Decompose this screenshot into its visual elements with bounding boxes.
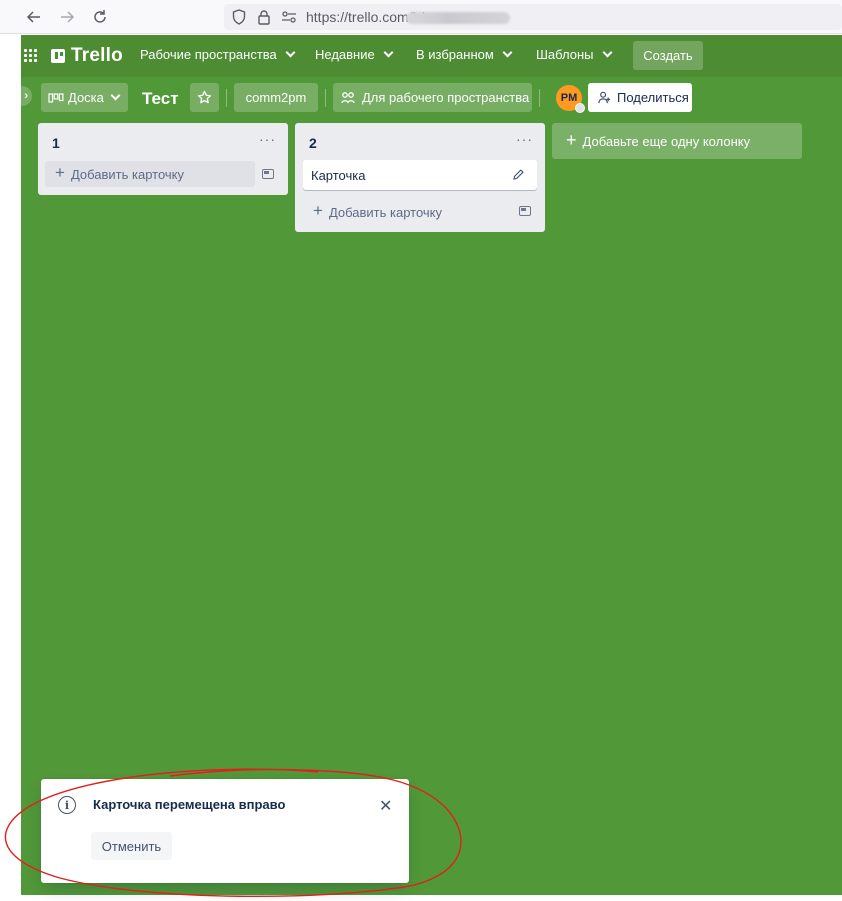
add-card-button[interactable]: + Добавить карточку <box>45 161 255 187</box>
divider <box>325 89 326 107</box>
workspace-button[interactable]: comm2pm <box>234 83 318 112</box>
avatar[interactable]: PM <box>556 85 585 113</box>
app-header: Trello Рабочие пространства Недавние В и… <box>21 35 842 77</box>
browser-toolbar: https://trello.com/b/ <box>0 0 842 34</box>
star-icon <box>197 90 212 104</box>
app-switcher-icon[interactable] <box>24 49 38 63</box>
list[interactable]: 2 ··· Карточка + Добавить карточку <box>295 123 545 232</box>
share-button[interactable]: Поделиться <box>588 83 692 112</box>
menu-templates[interactable]: Шаблоны <box>536 47 612 62</box>
divider <box>226 89 227 107</box>
view-label: Доска <box>68 90 104 105</box>
share-label: Поделиться <box>617 90 689 105</box>
url-redaction <box>406 12 510 24</box>
plus-icon: + <box>566 129 577 150</box>
workspace-visibility-icon <box>341 92 355 104</box>
add-card-button[interactable]: + Добавить карточку <box>303 199 513 225</box>
more-horizontal-icon[interactable]: ··· <box>516 131 533 147</box>
permissions-icon[interactable] <box>280 8 298 26</box>
pencil-icon[interactable] <box>512 168 525 181</box>
reload-icon[interactable] <box>89 6 111 28</box>
card-template-icon[interactable] <box>262 169 274 179</box>
toast-notification: i Карточка перемещена вправо ✕ Отменить <box>41 779 409 883</box>
list[interactable]: 1 ··· + Добавить карточку <box>38 123 288 195</box>
menu-label: Рабочие пространства <box>140 47 277 62</box>
shield-icon[interactable] <box>230 8 248 26</box>
menu-label: Недавние <box>315 47 375 62</box>
chevron-down-icon <box>383 47 394 58</box>
lock-icon[interactable] <box>255 8 273 26</box>
list-title[interactable]: 1 <box>52 135 60 151</box>
chevron-down-icon <box>502 47 513 58</box>
card-title: Карточка <box>311 168 366 183</box>
board-view-icon <box>48 92 64 103</box>
add-card-label: Добавить карточку <box>328 204 443 220</box>
chevron-down-icon <box>602 47 612 58</box>
toast-message: Карточка перемещена вправо <box>93 797 286 812</box>
add-list-label: Добавьте еще одну колонку <box>582 133 751 149</box>
chevron-right-icon[interactable]: › <box>12 86 32 106</box>
add-card-label: Добавить карточку <box>70 166 185 182</box>
arrow-left-icon[interactable] <box>23 6 45 28</box>
board-canvas: › Доска Тест comm2pm Для рабочего простр… <box>12 77 842 895</box>
star-board-button[interactable] <box>190 83 219 112</box>
divider <box>539 89 540 107</box>
undo-button[interactable]: Отменить <box>91 832 172 860</box>
avatar-initials: PM <box>560 92 578 104</box>
screen: https://trello.com/b/ Trello Рабочие про… <box>0 0 842 901</box>
menu-starred[interactable]: В избранном <box>416 47 513 62</box>
menu-label: Шаблоны <box>536 47 594 62</box>
trello-logo-icon <box>51 49 65 63</box>
menu-recent[interactable]: Недавние <box>315 47 394 62</box>
chevron-down-icon <box>285 47 296 58</box>
close-icon[interactable]: ✕ <box>379 796 392 816</box>
list-title[interactable]: 2 <box>309 135 317 151</box>
board-title[interactable]: Тест <box>142 89 179 109</box>
plus-icon: + <box>313 201 323 220</box>
address-bar[interactable]: https://trello.com/b/ <box>224 4 842 30</box>
menu-workspaces[interactable]: Рабочие пространства <box>140 47 296 62</box>
add-member-icon <box>598 91 611 104</box>
trello-logo[interactable]: Trello <box>51 45 123 67</box>
chevron-down-icon <box>110 90 121 101</box>
visibility-button[interactable]: Для рабочего пространства <box>333 83 532 112</box>
visibility-label: Для рабочего пространства <box>362 90 530 105</box>
create-button[interactable]: Создать <box>633 41 703 70</box>
admin-badge-icon <box>575 103 585 113</box>
plus-icon: + <box>55 163 65 182</box>
card-template-icon[interactable] <box>519 206 531 216</box>
add-list-button[interactable]: + Добавьте еще одну колонку <box>552 123 802 159</box>
logo-text: Trello <box>71 45 123 66</box>
info-icon: i <box>58 796 76 814</box>
menu-label: В избранном <box>416 47 494 62</box>
card[interactable]: Карточка <box>303 160 537 190</box>
arrow-right-icon[interactable] <box>56 6 78 28</box>
more-horizontal-icon[interactable]: ··· <box>259 131 276 147</box>
board-view-switcher[interactable]: Доска <box>41 83 128 112</box>
